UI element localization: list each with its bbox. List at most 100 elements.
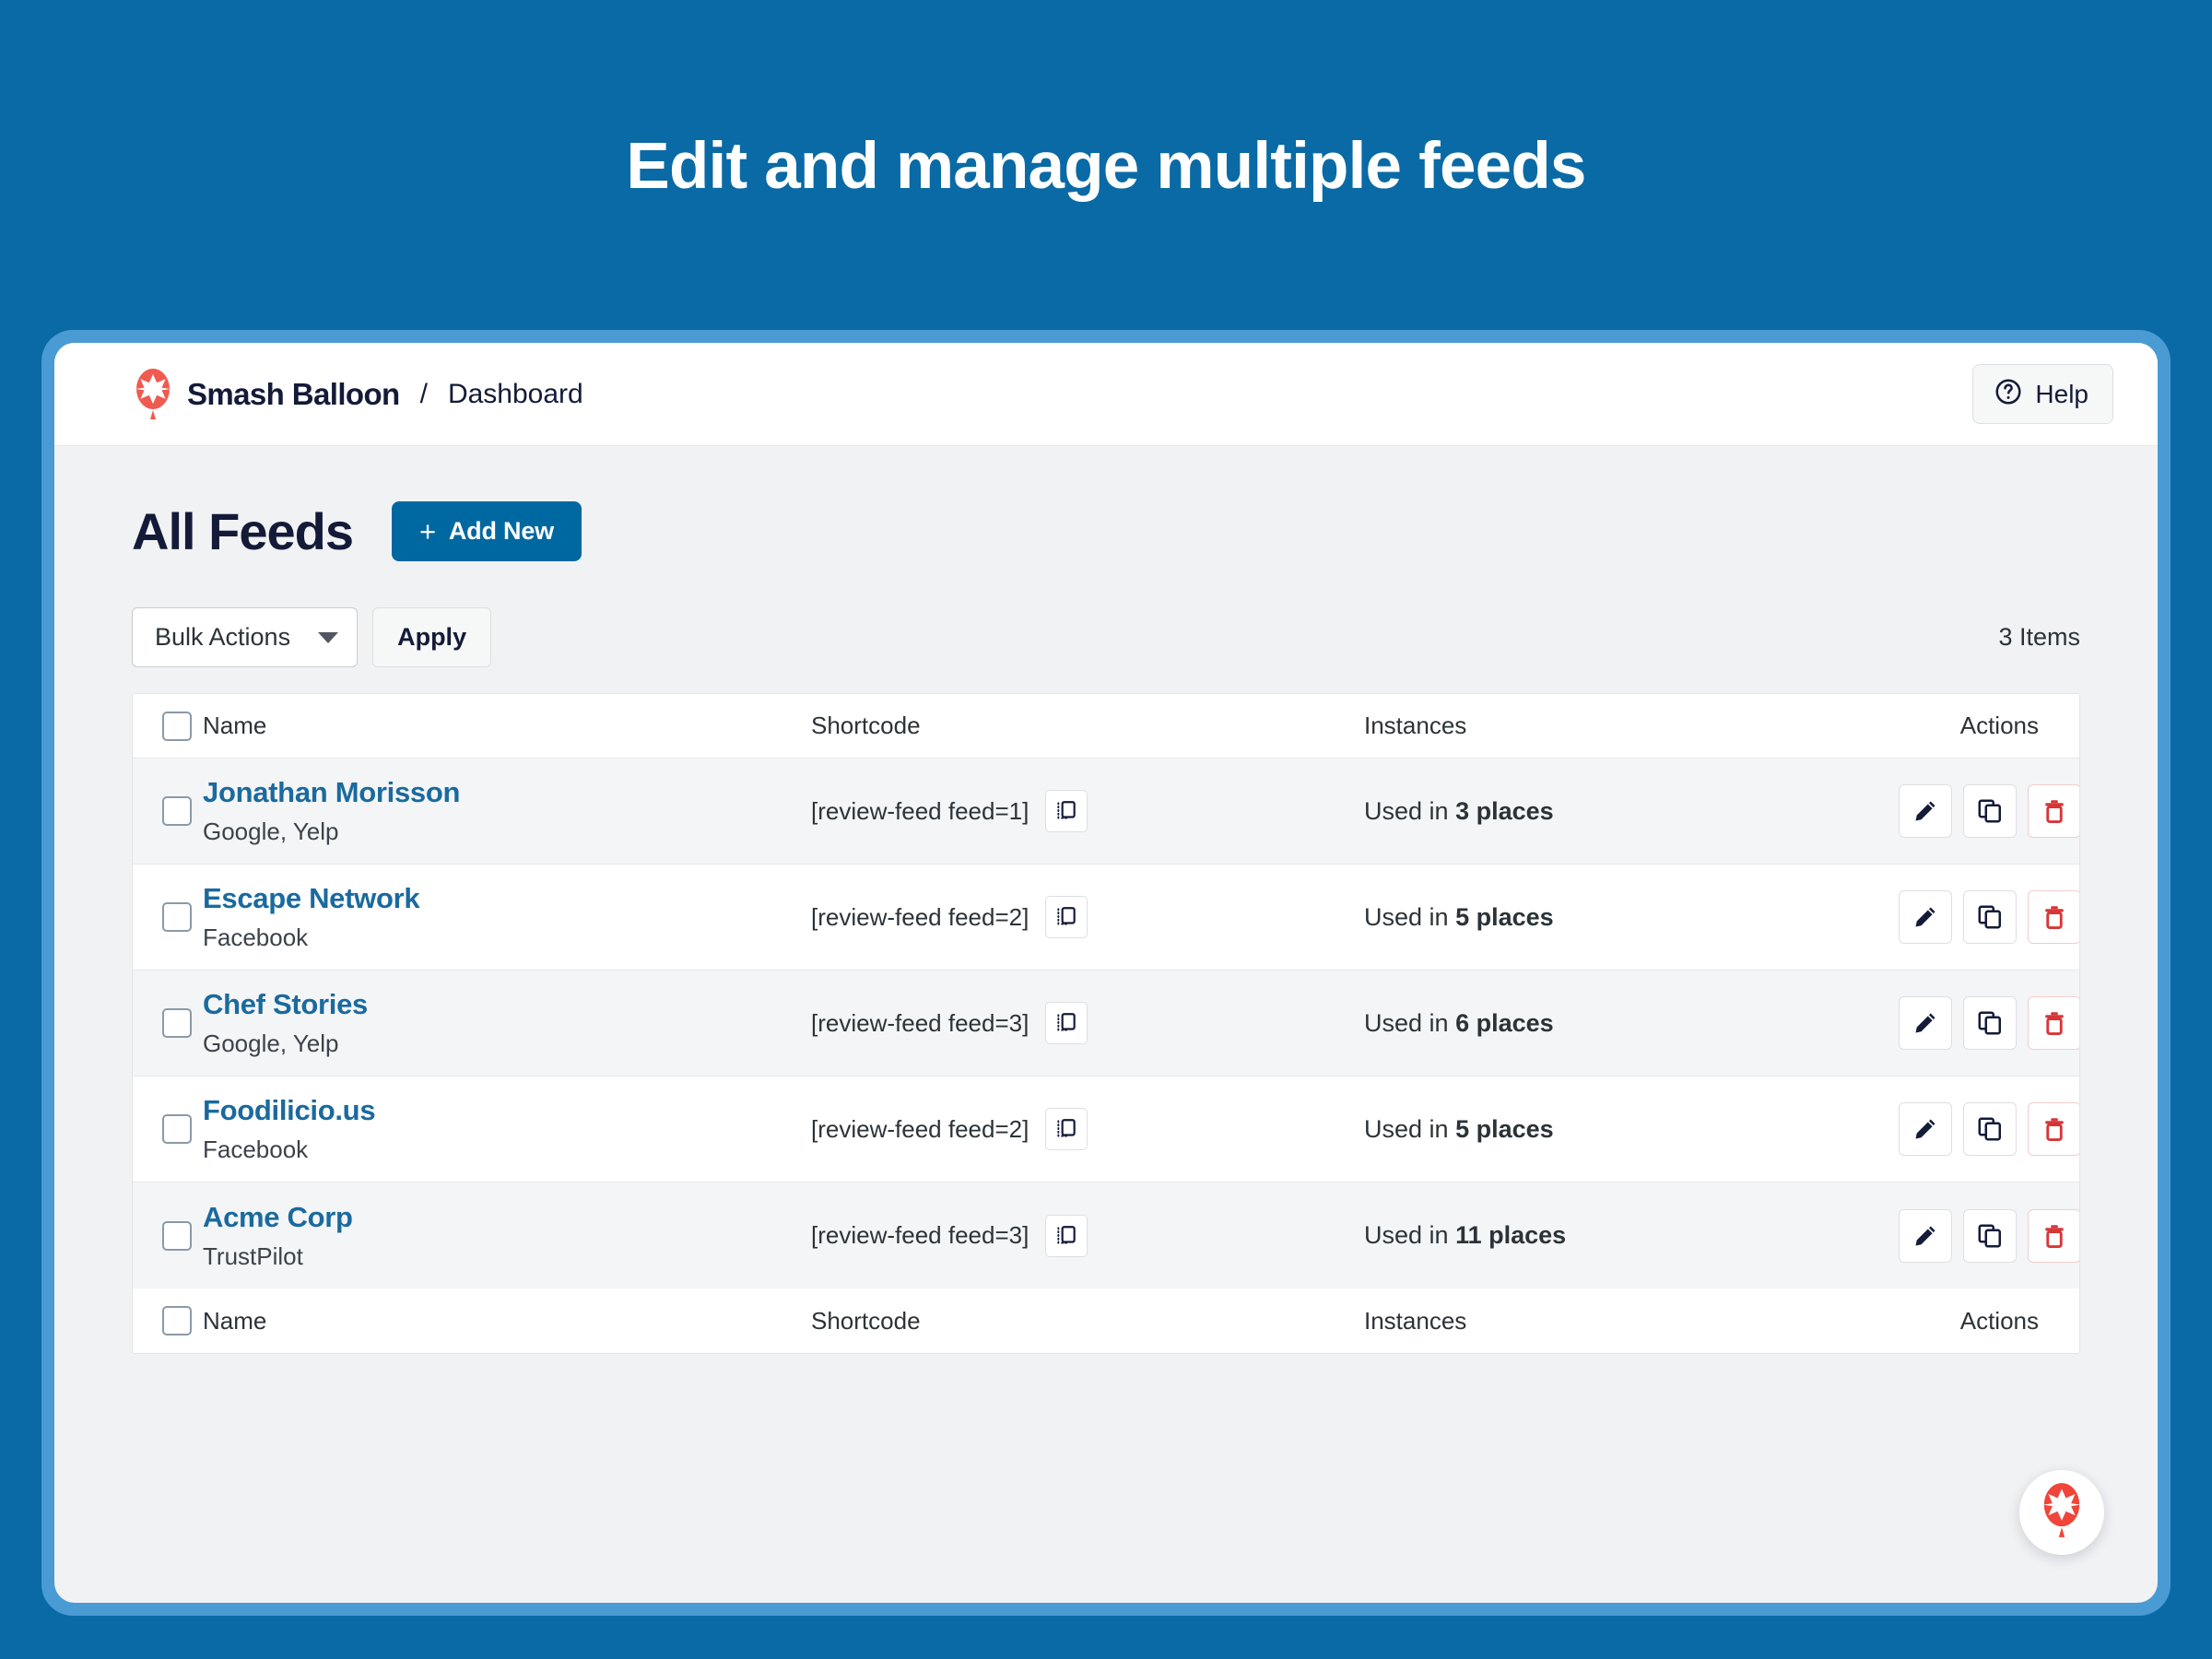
chevron-down-icon <box>318 631 339 643</box>
feed-sources: Google, Yelp <box>203 1030 339 1057</box>
instances-prefix: Used in <box>1364 902 1456 931</box>
instances-prefix: Used in <box>1364 1114 1456 1143</box>
table-header-row: Name Shortcode Instances Actions <box>133 694 2079 759</box>
feed-name-link[interactable]: Foodilicio.us <box>203 1094 811 1127</box>
row-checkbox[interactable] <box>162 1008 192 1038</box>
select-all-cell <box>133 711 203 741</box>
column-header-instances: Instances <box>1364 712 1467 739</box>
feed-sources: TrustPilot <box>203 1241 303 1270</box>
copy-shortcode-icon[interactable] <box>1045 896 1088 938</box>
instances-value: 3 places <box>1455 796 1554 825</box>
instances-prefix: Used in <box>1364 1008 1456 1037</box>
row-select-cell <box>133 1220 203 1251</box>
app-card: Smash Balloon / Dashboard Help All Feeds <box>54 343 2158 1603</box>
select-all-footer-cell <box>133 1306 203 1335</box>
row-actions-cell <box>1899 890 2079 944</box>
row-select-cell <box>133 902 203 932</box>
instances-value: 11 places <box>1455 1221 1567 1249</box>
shortcode-text: [review-feed feed=1] <box>811 796 1030 825</box>
bulk-actions-select[interactable]: Bulk Actions <box>132 607 359 667</box>
instances-value: 5 places <box>1455 1114 1554 1143</box>
app-topbar: Smash Balloon / Dashboard Help <box>54 343 2158 446</box>
copy-shortcode-icon[interactable] <box>1045 790 1088 832</box>
help-button-label: Help <box>2035 379 2088 408</box>
row-checkbox[interactable] <box>162 902 192 932</box>
pencil-edit-icon[interactable] <box>1899 890 1952 944</box>
row-checkbox[interactable] <box>162 1114 192 1144</box>
shortcode-cell: [review-feed feed=2] <box>811 896 1364 938</box>
smash-balloon-logo-icon <box>132 368 174 421</box>
trash-delete-icon[interactable] <box>2028 996 2079 1050</box>
trash-delete-icon[interactable] <box>2028 784 2079 838</box>
feed-name-link[interactable]: Escape Network <box>203 882 811 915</box>
duplicate-copy-icon[interactable] <box>1963 996 2017 1050</box>
feed-name-link[interactable]: Acme Corp <box>203 1201 811 1234</box>
table-body: Jonathan Morisson Google, Yelp [review-fee… <box>133 759 2079 1288</box>
copy-shortcode-icon[interactable] <box>1045 1002 1088 1044</box>
shortcode-cell: [review-feed feed=3] <box>811 1002 1364 1044</box>
add-new-button[interactable]: + Add New <box>391 501 582 561</box>
hero-headline: Edit and manage multiple feeds <box>626 130 1586 203</box>
instances-cell: Used in 11 places <box>1364 1221 1899 1250</box>
add-new-button-label: Add New <box>448 517 554 545</box>
items-count: 3 Items <box>1998 623 2080 651</box>
feed-name-cell: Jonathan Morisson Google, Yelp <box>203 776 811 846</box>
shortcode-cell: [review-feed feed=2] <box>811 1108 1364 1150</box>
column-footer-name: Name <box>203 1306 267 1335</box>
shortcode-text: [review-feed feed=3] <box>811 1008 1030 1037</box>
help-button[interactable]: Help <box>1972 364 2113 424</box>
trash-delete-icon[interactable] <box>2028 890 2079 944</box>
bulk-actions-selected-value: Bulk Actions <box>155 623 291 651</box>
shortcode-text: [review-feed feed=3] <box>811 1221 1030 1249</box>
copy-shortcode-icon[interactable] <box>1045 1214 1088 1257</box>
feed-name-link[interactable]: Chef Stories <box>203 988 811 1021</box>
shortcode-cell: [review-feed feed=1] <box>811 790 1364 832</box>
breadcrumb-current: Dashboard <box>447 378 583 409</box>
feed-sources: Facebook <box>203 924 309 951</box>
trash-delete-icon[interactable] <box>2028 1102 2079 1156</box>
feed-sources: Facebook <box>203 1135 309 1163</box>
column-header-name: Name <box>203 712 267 739</box>
page-body: All Feeds + Add New Bulk Actions Apply 3… <box>54 446 2158 1354</box>
table-toolbar: Bulk Actions Apply 3 Items <box>132 607 2080 667</box>
page-header: All Feeds + Add New <box>132 501 2080 561</box>
duplicate-copy-icon[interactable] <box>1963 784 2017 838</box>
pencil-edit-icon[interactable] <box>1899 1102 1952 1156</box>
feed-name-cell: Foodilicio.us Facebook <box>203 1094 811 1164</box>
instances-value: 5 places <box>1455 902 1554 931</box>
apply-button[interactable]: Apply <box>372 607 492 667</box>
table-row: Foodilicio.us Facebook [review-feed feed=2… <box>133 1077 2079 1182</box>
instances-cell: Used in 5 places <box>1364 1115 1899 1144</box>
pencil-edit-icon[interactable] <box>1899 784 1952 838</box>
column-footer-instances: Instances <box>1364 1306 1467 1335</box>
page-title: All Feeds <box>132 502 354 560</box>
support-fab-button[interactable] <box>2019 1470 2104 1555</box>
pencil-edit-icon[interactable] <box>1899 996 1952 1050</box>
pencil-edit-icon[interactable] <box>1899 1208 1952 1263</box>
row-checkbox[interactable] <box>162 796 192 826</box>
feed-name-link[interactable]: Jonathan Morisson <box>203 776 811 809</box>
row-actions-cell <box>1899 996 2079 1050</box>
table-row: Jonathan Morisson Google, Yelp [review-fee… <box>133 759 2079 865</box>
column-footer-shortcode: Shortcode <box>811 1306 921 1335</box>
row-select-cell <box>133 1114 203 1144</box>
brand: Smash Balloon / Dashboard <box>132 368 583 421</box>
instances-cell: Used in 3 places <box>1364 797 1899 826</box>
shortcode-text: [review-feed feed=2] <box>811 902 1030 931</box>
copy-shortcode-icon[interactable] <box>1045 1108 1088 1150</box>
select-all-checkbox-footer[interactable] <box>162 1306 192 1335</box>
shortcode-text: [review-feed feed=2] <box>811 1114 1030 1143</box>
duplicate-copy-icon[interactable] <box>1963 1208 2017 1263</box>
row-select-cell <box>133 796 203 826</box>
brand-name: Smash Balloon <box>187 376 400 411</box>
instances-prefix: Used in <box>1364 1221 1456 1249</box>
duplicate-copy-icon[interactable] <box>1963 1102 2017 1156</box>
row-checkbox[interactable] <box>162 1220 192 1251</box>
instances-cell: Used in 5 places <box>1364 903 1899 932</box>
table-row: Chef Stories Google, Yelp [review-feed fee… <box>133 971 2079 1077</box>
row-select-cell <box>133 1008 203 1038</box>
trash-delete-icon[interactable] <box>2028 1208 2079 1263</box>
select-all-checkbox[interactable] <box>162 711 192 741</box>
duplicate-copy-icon[interactable] <box>1963 890 2017 944</box>
column-header-actions: Actions <box>1959 712 2039 739</box>
